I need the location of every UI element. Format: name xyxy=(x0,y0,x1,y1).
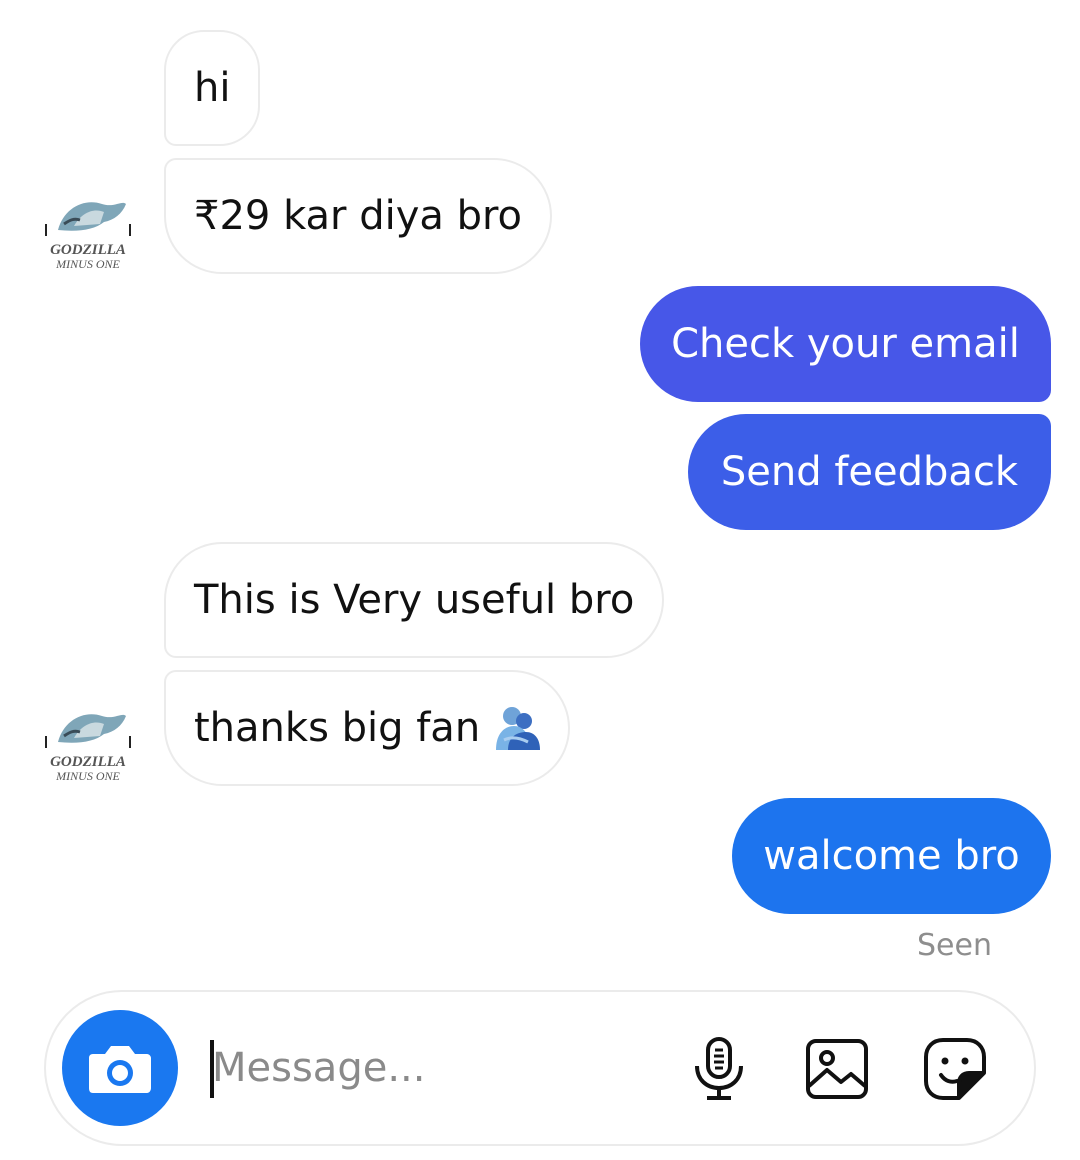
message-input[interactable] xyxy=(212,1032,672,1104)
message-text: walcome bro xyxy=(763,833,1020,879)
message-text: Send feedback xyxy=(720,449,1019,495)
sticker-icon xyxy=(924,1038,986,1100)
godzilla-avatar-image: GODZILLA MINUS ONE xyxy=(45,202,131,271)
gallery-icon xyxy=(806,1039,868,1099)
seen-status: Seen xyxy=(917,928,992,963)
svg-text:MINUS ONE: MINUS ONE xyxy=(55,769,120,783)
svg-text:GODZILLA: GODZILLA xyxy=(50,242,126,258)
godzilla-avatar-image: GODZILLA MINUS ONE xyxy=(45,714,131,783)
message-text: This is Very useful bro xyxy=(194,577,635,623)
sender-avatar[interactable]: GODZILLA MINUS ONE xyxy=(44,702,132,790)
voice-message-button[interactable] xyxy=(686,1036,752,1102)
incoming-message[interactable]: ₹29 kar diya bro xyxy=(164,158,553,274)
sticker-button[interactable] xyxy=(922,1036,988,1102)
message-text: hi xyxy=(194,65,231,111)
incoming-message[interactable]: hi xyxy=(164,30,261,146)
outgoing-message[interactable]: Check your email xyxy=(640,286,1051,402)
outgoing-message[interactable]: Send feedback xyxy=(688,414,1051,530)
message-text: thanks big fan xyxy=(194,705,481,751)
camera-icon xyxy=(89,1046,151,1093)
message-composer xyxy=(44,990,1036,1146)
people-hugging-emoji xyxy=(496,707,541,750)
svg-text:MINUS ONE: MINUS ONE xyxy=(55,257,120,271)
svg-text:GODZILLA: GODZILLA xyxy=(50,754,126,770)
microphone-icon xyxy=(695,1037,743,1100)
message-text: Check your email xyxy=(671,321,1020,367)
sender-avatar[interactable]: GODZILLA MINUS ONE xyxy=(44,190,132,278)
chat-screen: hi ₹29 kar diya bro GODZILLA MINUS ONE C… xyxy=(0,0,1080,1160)
outgoing-message[interactable]: walcome bro xyxy=(732,798,1051,914)
message-text: ₹29 kar diya bro xyxy=(194,193,523,239)
incoming-message[interactable]: thanks big fan xyxy=(164,670,571,786)
gallery-button[interactable] xyxy=(804,1036,870,1102)
camera-button[interactable] xyxy=(62,1010,178,1126)
incoming-message[interactable]: This is Very useful bro xyxy=(164,542,665,658)
